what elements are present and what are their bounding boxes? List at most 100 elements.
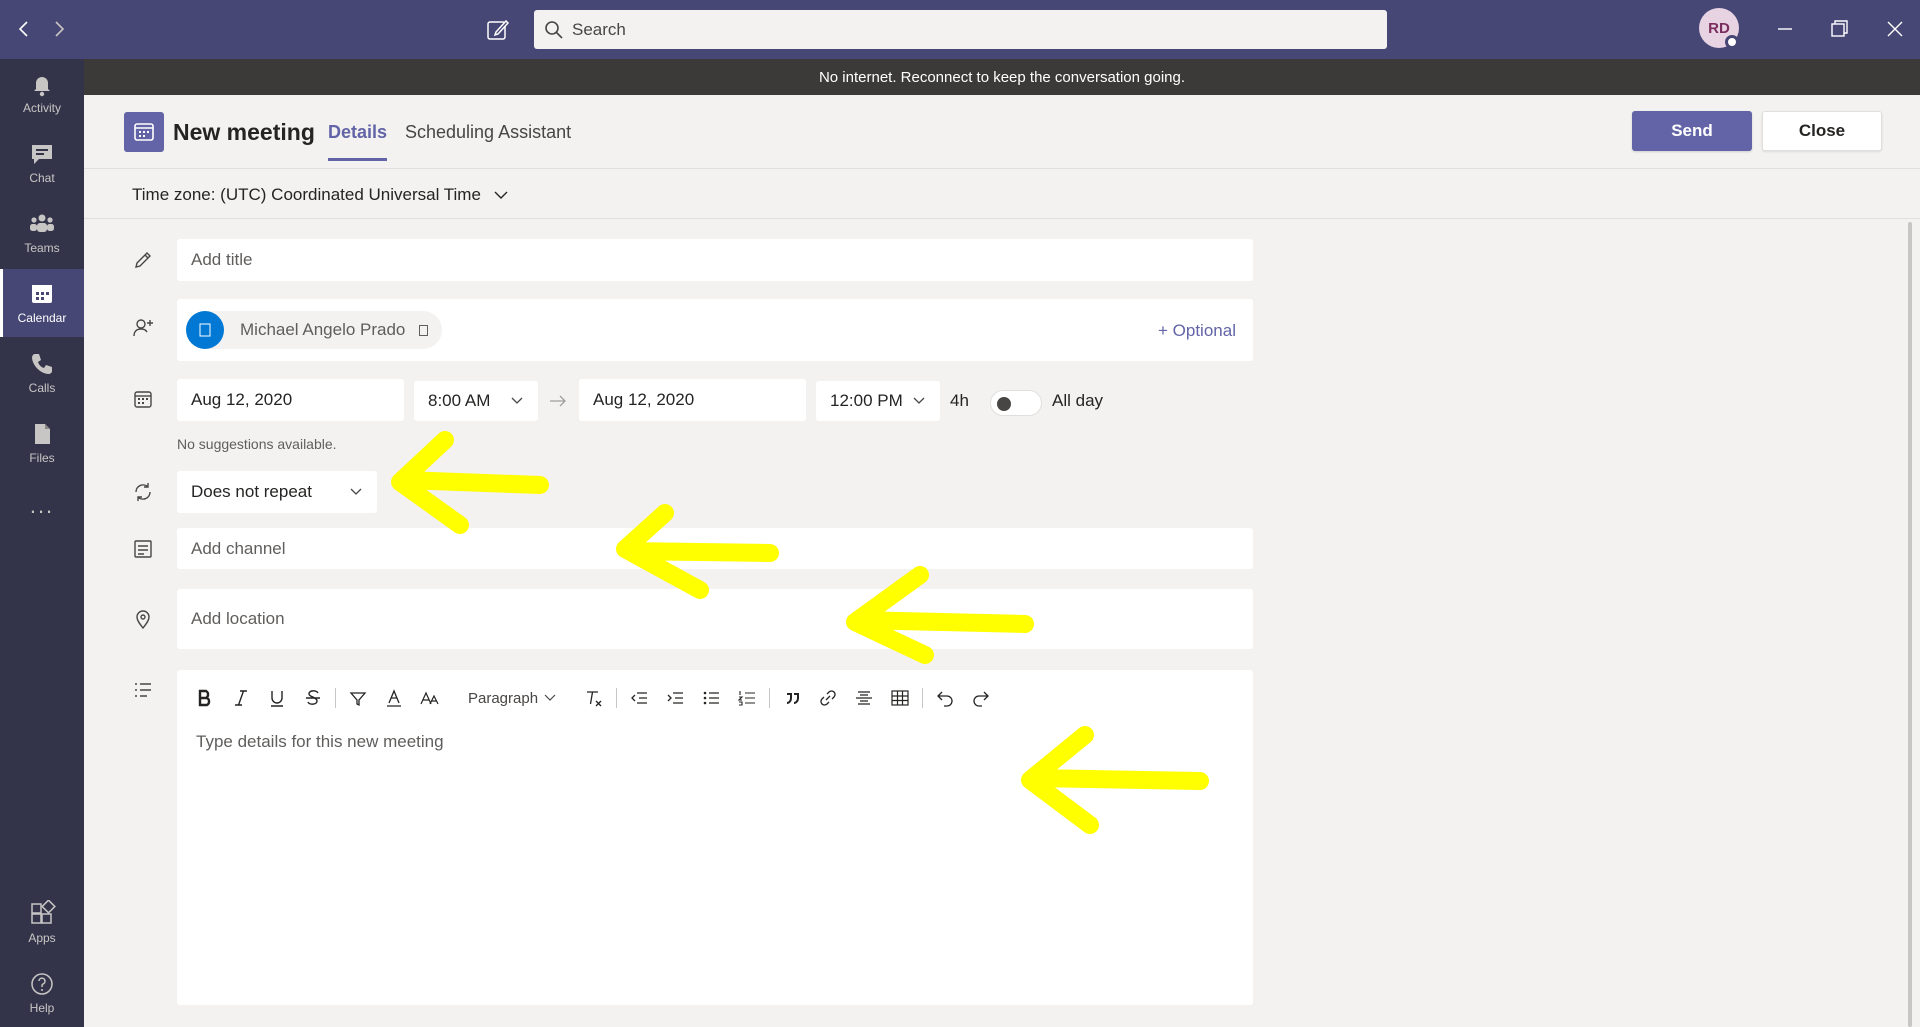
highlight-icon[interactable] — [340, 680, 376, 716]
remove-attendee-icon[interactable] — [419, 324, 429, 336]
chevron-down-icon — [912, 394, 926, 408]
end-date-field[interactable]: Aug 12, 2020 — [579, 379, 806, 421]
link-icon[interactable] — [810, 680, 846, 716]
chat-icon — [28, 140, 56, 168]
table-icon[interactable] — [882, 680, 918, 716]
horizontal-rule-icon[interactable] — [846, 680, 882, 716]
repeat-value: Does not repeat — [191, 482, 312, 501]
title-field[interactable] — [177, 239, 1253, 281]
details-placeholder[interactable]: Type details for this new meeting — [196, 732, 444, 752]
add-optional-link[interactable]: + Optional — [1158, 321, 1236, 341]
all-day-toggle[interactable] — [990, 390, 1042, 416]
all-day-label: All day — [1052, 391, 1104, 410]
rail-item-calls[interactable]: Calls — [0, 339, 84, 407]
paragraph-dropdown[interactable]: Paragraph — [458, 680, 566, 716]
send-button[interactable]: Send — [1632, 111, 1752, 151]
numbered-list-icon[interactable] — [729, 680, 765, 716]
new-chat-compose-icon[interactable] — [484, 16, 512, 44]
search-icon — [544, 20, 564, 40]
rail-label: Calendar — [17, 311, 67, 325]
ellipsis-icon: ... — [29, 493, 55, 518]
chevron-down-icon — [481, 187, 509, 203]
bold-icon[interactable] — [187, 680, 223, 716]
decrease-indent-icon[interactable] — [621, 680, 657, 716]
presence-status-icon — [1725, 35, 1739, 49]
rail-item-calendar[interactable]: Calendar — [0, 269, 84, 337]
more-apps-button[interactable]: ... — [0, 479, 84, 547]
search-box[interactable] — [534, 10, 1387, 49]
meeting-calendar-icon — [124, 112, 164, 152]
minimize-icon[interactable] — [1770, 14, 1800, 44]
font-size-icon[interactable] — [412, 680, 448, 716]
details-list-icon — [131, 678, 155, 702]
tab-details[interactable]: Details — [328, 122, 388, 161]
phone-icon — [28, 350, 56, 378]
redo-icon[interactable] — [963, 680, 999, 716]
quote-icon[interactable] — [774, 680, 810, 716]
channel-field[interactable] — [177, 528, 1253, 569]
format-toolbar: Paragraph — [187, 680, 999, 716]
rail-label: Activity — [22, 101, 61, 115]
location-pin-icon — [131, 607, 155, 631]
rail-label: Files — [29, 451, 55, 465]
help-icon — [28, 970, 56, 998]
italic-icon[interactable] — [223, 680, 259, 716]
meeting-header: New meeting Details Scheduling Assistant… — [84, 95, 1920, 169]
title-input[interactable] — [191, 250, 1253, 270]
toolbar-divider — [335, 688, 336, 708]
chevron-down-icon — [349, 485, 363, 499]
rail-item-files[interactable]: Files — [0, 409, 84, 477]
increase-indent-icon[interactable] — [657, 680, 693, 716]
rail-label: Apps — [28, 931, 56, 945]
teams-icon — [28, 210, 56, 238]
offline-banner-text: No internet. Reconnect to keep the conve… — [818, 68, 1186, 86]
rail-label: Calls — [28, 381, 56, 395]
toolbar-divider — [769, 688, 771, 708]
rail-item-chat[interactable]: Chat — [0, 129, 84, 197]
forward-arrow-icon[interactable] — [47, 17, 71, 41]
location-field[interactable] — [177, 589, 1253, 649]
tab-scheduling-assistant[interactable]: Scheduling Assistant — [405, 122, 571, 143]
clear-format-icon[interactable] — [576, 680, 612, 716]
rail-item-teams[interactable]: Teams — [0, 199, 84, 267]
close-button[interactable]: Close — [1762, 111, 1882, 151]
timezone-label: Time zone: (UTC) Coordinated Universal T… — [132, 185, 481, 204]
attendee-chip: Michael Angelo Prado — [186, 311, 443, 349]
start-date-value: Aug 12, 2020 — [191, 390, 293, 409]
rail-item-activity[interactable]: Activity — [0, 59, 84, 127]
rail-label: Teams — [24, 241, 60, 255]
timezone-dropdown[interactable]: Time zone: (UTC) Coordinated Universal T… — [132, 185, 509, 205]
add-people-icon — [131, 316, 155, 340]
repeat-dropdown[interactable]: Does not repeat — [177, 471, 377, 513]
rail-item-apps[interactable]: Apps — [0, 889, 84, 957]
font-color-icon[interactable] — [376, 680, 412, 716]
end-time-dropdown[interactable]: 12:00 PM — [816, 381, 940, 421]
rail-label: Help — [29, 1001, 55, 1015]
undo-icon[interactable] — [927, 680, 963, 716]
bulleted-list-icon[interactable] — [693, 680, 729, 716]
restore-icon[interactable] — [1824, 14, 1854, 44]
start-date-field[interactable]: Aug 12, 2020 — [177, 379, 404, 421]
rail-item-help[interactable]: Help — [0, 959, 84, 1027]
arrow-1 — [391, 431, 549, 534]
search-input[interactable] — [572, 19, 1387, 40]
scrollbar[interactable] — [1908, 222, 1912, 1027]
bell-icon — [28, 70, 56, 98]
location-input[interactable] — [191, 609, 1253, 629]
page-title: New meeting — [173, 119, 315, 145]
attendee-name: Michael Angelo Prado — [240, 320, 406, 339]
duration-label: 4h — [950, 391, 969, 410]
strikethrough-icon[interactable] — [295, 680, 331, 716]
app-rail: Activity Chat Teams Calendar Calls Files… — [0, 59, 84, 1027]
pencil-icon — [131, 248, 155, 272]
toolbar-divider — [616, 688, 618, 708]
details-editor[interactable]: Paragraph Type details for this new meet… — [177, 670, 1253, 1005]
start-time-dropdown[interactable]: 8:00 AM — [414, 381, 538, 421]
end-time-value: 12:00 PM — [830, 391, 903, 410]
back-arrow-icon[interactable] — [12, 17, 36, 41]
underline-icon[interactable] — [259, 680, 295, 716]
channel-input[interactable] — [191, 538, 1253, 559]
offline-banner: No internet. Reconnect to keep the conve… — [84, 59, 1920, 95]
close-window-icon[interactable] — [1880, 14, 1910, 44]
title-bar: RD — [0, 0, 1920, 59]
